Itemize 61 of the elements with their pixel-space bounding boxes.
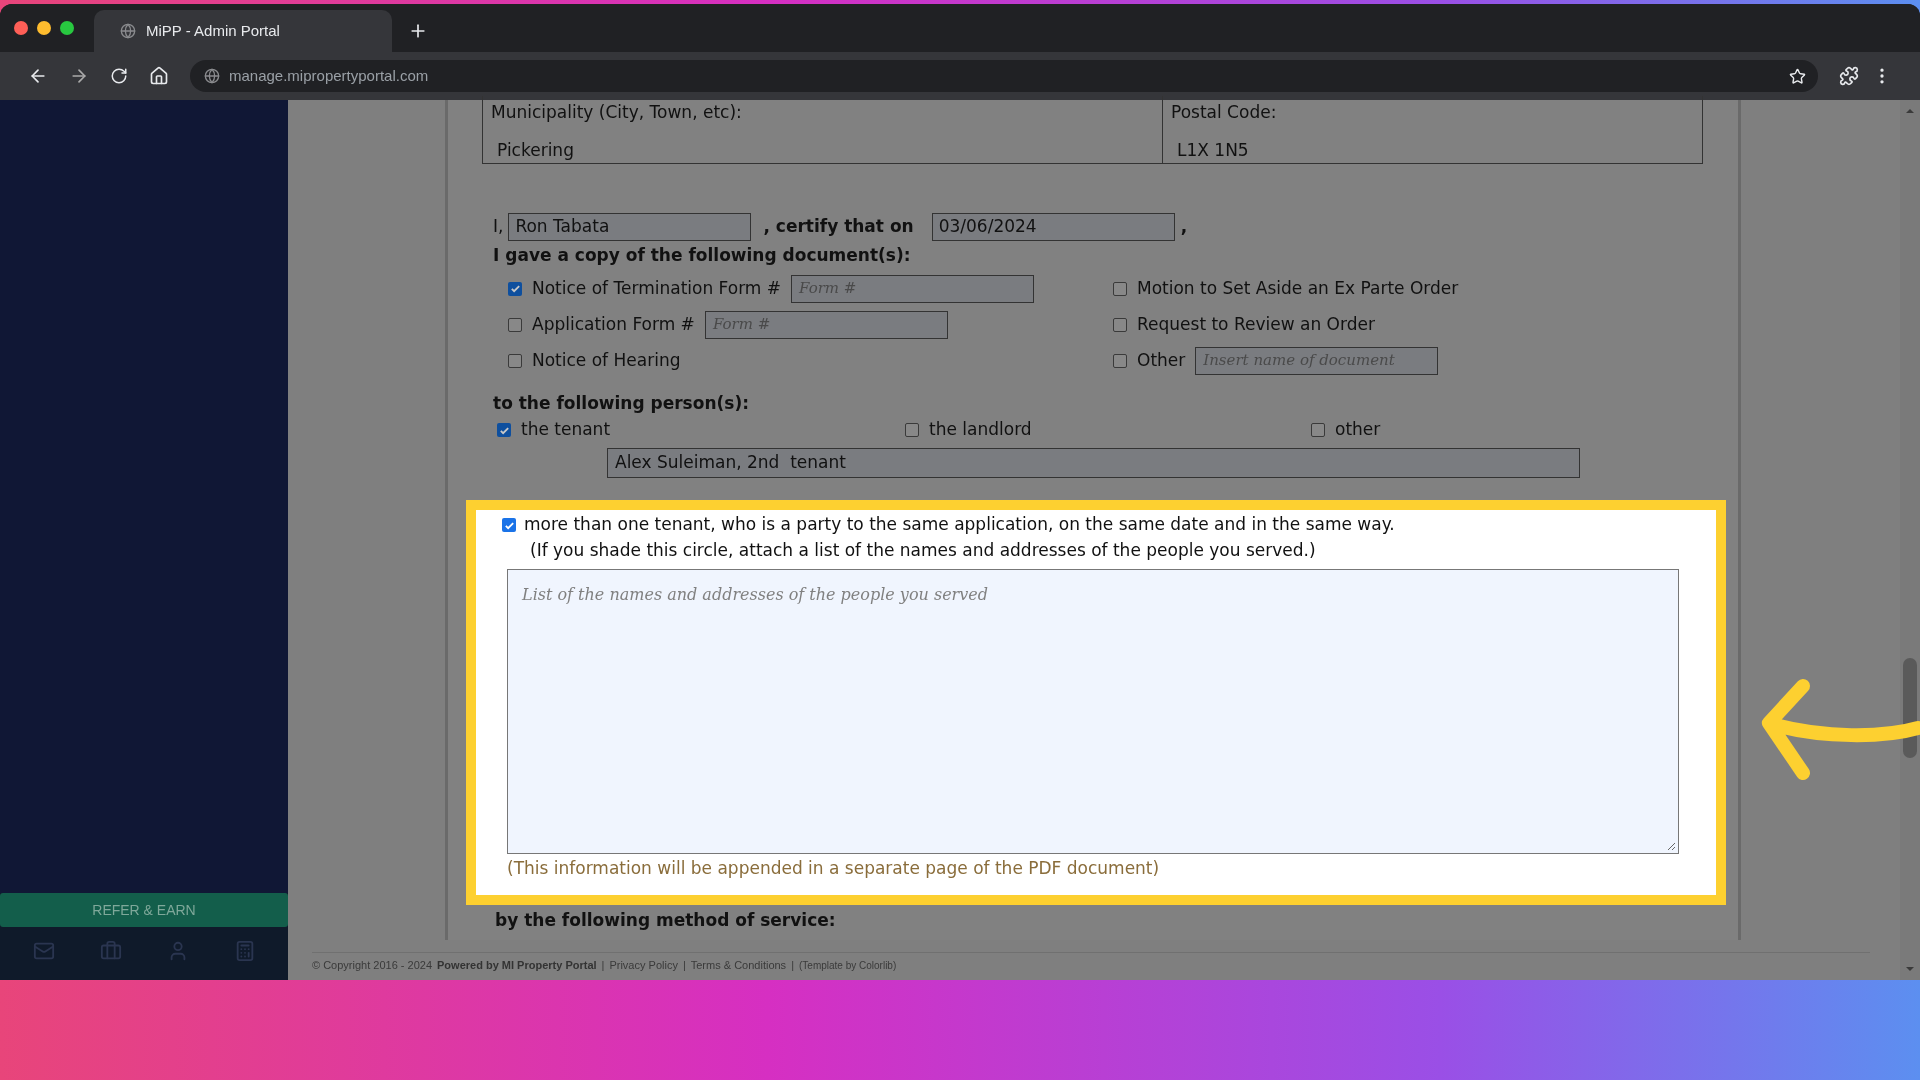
- municipality-label: Municipality (City, Town, etc):: [491, 101, 743, 124]
- municipality-value: Pickering: [496, 138, 575, 162]
- certify-text: , certify that on: [763, 215, 914, 239]
- globe-icon: [204, 68, 220, 84]
- person-option-label: the landlord: [929, 418, 1032, 442]
- person-option-label: other: [1335, 418, 1381, 442]
- checkbox[interactable]: [1113, 281, 1127, 296]
- checkbox[interactable]: [502, 518, 516, 532]
- bookmark-star-icon[interactable]: [1789, 67, 1806, 85]
- home-icon[interactable]: [149, 66, 169, 86]
- document-label: Motion to Set Aside an Ex Parte Order: [1137, 276, 1459, 300]
- resize-handle-icon[interactable]: [1666, 841, 1676, 851]
- document-label: Notice of Hearing: [532, 348, 681, 372]
- document-label: Other: [1137, 348, 1186, 372]
- address-bar[interactable]: manage.mipropertyportal.com: [190, 60, 1818, 92]
- served-list-textarea[interactable]: List of the names and addresses of the people you served: [507, 569, 1679, 854]
- globe-icon: [120, 23, 136, 39]
- certify-suffix: ,: [1180, 215, 1188, 239]
- checkbox[interactable]: [508, 353, 522, 368]
- multiple-tenant-text: more than one tenant, who is a party to the same application, on the same date and in the same way.: [524, 513, 1395, 537]
- footer-link[interactable]: Terms & Conditions: [690, 957, 787, 974]
- certify-prefix: I,: [493, 215, 504, 239]
- checkbox[interactable]: [508, 317, 522, 332]
- date-field[interactable]: 03/06/2024: [931, 213, 1175, 241]
- checkbox[interactable]: [1113, 317, 1127, 332]
- scroll-up-icon[interactable]: [1905, 106, 1915, 116]
- refer-and-earn-button[interactable]: REFER & EARN: [0, 893, 288, 927]
- separator: |: [682, 958, 686, 973]
- separator: |: [601, 958, 605, 973]
- powered-by-text: Powered by MI Property Portal: [437, 958, 597, 973]
- checkbox[interactable]: [497, 423, 511, 437]
- checkbox[interactable]: [508, 281, 522, 296]
- documents-heading: I gave a copy of the following document(s):: [492, 244, 912, 267]
- url-text: manage.mipropertyportal.com: [229, 65, 430, 86]
- extensions-icon[interactable]: [1839, 66, 1859, 86]
- document-label: Notice of Termination Form #: [532, 276, 782, 300]
- persons-heading: to the following person(s):: [492, 391, 750, 415]
- postal-code-value: L1X 1N5: [1176, 138, 1250, 162]
- copyright-text: © Copyright 2016 - 2024: [312, 958, 432, 973]
- template-credit: (Template by Colorlib): [799, 958, 897, 973]
- name-field[interactable]: Ron Tabata: [508, 213, 752, 241]
- scroll-down-icon[interactable]: [1905, 964, 1915, 974]
- close-window-button[interactable]: [14, 21, 28, 35]
- info-note: (This information will be appended in a separate page of the PDF document): [507, 857, 1161, 880]
- checkbox[interactable]: [905, 423, 919, 437]
- reload-icon[interactable]: [110, 67, 128, 85]
- checkbox[interactable]: [1311, 423, 1325, 437]
- postal-code-label: Postal Code:: [1171, 101, 1278, 124]
- document-label: Request to Review an Order: [1137, 312, 1375, 336]
- browser-tab[interactable]: MiPP - Admin Portal: [94, 10, 392, 52]
- checkbox[interactable]: [1113, 353, 1127, 368]
- person-name-field[interactable]: Alex Suleiman, 2nd tenant: [607, 448, 1580, 478]
- document-label: Application Form #: [532, 312, 695, 336]
- attach-note: (If you shade this circle, attach a list of the names and addresses of the people you served.): [529, 539, 1317, 562]
- maximize-window-button[interactable]: [60, 21, 74, 35]
- textarea-placeholder: List of the names and addresses of the people you served: [522, 585, 988, 604]
- footer-link[interactable]: Privacy Policy: [609, 957, 678, 974]
- method-heading: by the following method of service:: [494, 909, 837, 932]
- person-option-label: the tenant: [521, 418, 611, 442]
- separator: |: [791, 958, 794, 973]
- minimize-window-button[interactable]: [37, 21, 51, 35]
